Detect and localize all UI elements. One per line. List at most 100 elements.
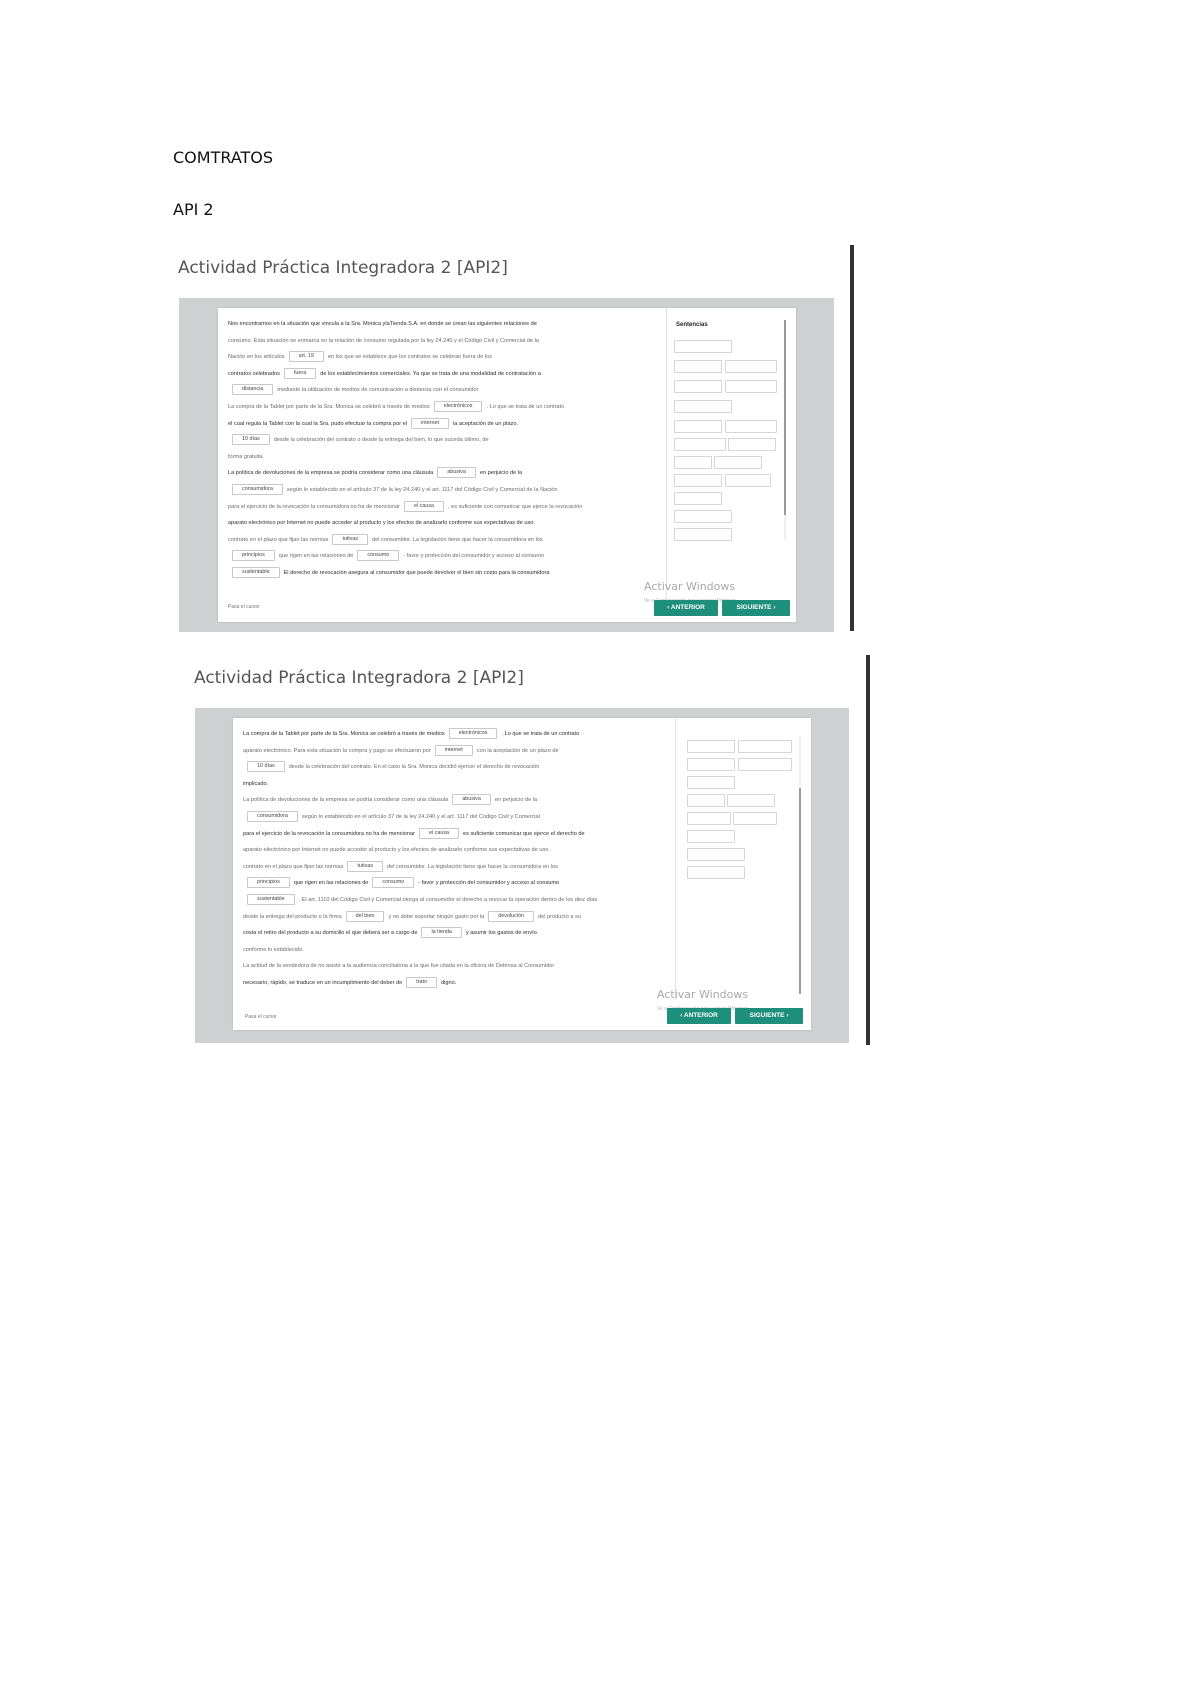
text-line: aparato electrónico por Internet no pued… (228, 515, 668, 532)
text-segment: digno. (441, 979, 457, 986)
option-slot[interactable] (687, 848, 745, 861)
answer-blank[interactable]: consumidora (247, 810, 298, 822)
option-slot[interactable] (674, 380, 722, 393)
options-scrollbar-thumb[interactable] (784, 320, 786, 515)
text-segment: para el ejercicio de la revocación la co… (243, 830, 415, 837)
answer-blank[interactable]: consumo (372, 877, 415, 889)
text-segment: aparato electrónico por Internet no pued… (243, 847, 550, 854)
text-segment: , es suficiente con comunicar que ejerce… (448, 503, 583, 510)
option-slot[interactable] (733, 812, 777, 825)
previous-button-label: ANTERIOR (683, 1012, 718, 1019)
footer-label: Pasa el cursor (228, 604, 260, 610)
option-slot[interactable] (674, 456, 712, 469)
text-segment: desde la entrega del producto o la firma (243, 913, 342, 920)
option-slot[interactable] (725, 380, 777, 393)
answer-blank[interactable]: devolución (488, 910, 535, 922)
option-slot[interactable] (674, 420, 722, 433)
answer-blank[interactable]: electrónicos (433, 400, 483, 412)
option-slot[interactable] (725, 420, 777, 433)
text-line: consumidora según lo establecido en el ar… (228, 482, 668, 499)
answer-blank[interactable]: el causa (418, 827, 460, 839)
option-slot[interactable] (687, 812, 731, 825)
option-slot[interactable] (687, 758, 735, 771)
answer-blank[interactable]: abusiva (437, 467, 476, 479)
text-segment: forma gratuita. (228, 453, 265, 460)
options-scrollbar-thumb[interactable] (799, 788, 801, 994)
previous-button[interactable]: ‹ ANTERIOR (667, 1008, 731, 1024)
page-edge-bar (866, 655, 870, 1045)
fill-in-text: Nos encontramos en la situación que vinc… (228, 316, 668, 596)
activity-title: Actividad Práctica Integradora 2 [API2] (178, 258, 508, 278)
answer-blank[interactable]: distancia (232, 384, 274, 396)
text-line: distancia mediante la utilización de medi… (228, 382, 668, 399)
option-slot[interactable] (687, 794, 725, 807)
answer-blank[interactable]: consumo (357, 550, 400, 562)
text-segment: que rigen en las relaciones de (293, 880, 369, 887)
text-line: aparato electrónico por Internet no pued… (243, 842, 675, 859)
option-slot[interactable] (714, 456, 762, 469)
option-slot[interactable] (674, 492, 722, 505)
answer-blank[interactable]: tutivas (332, 533, 369, 545)
option-slot[interactable] (674, 510, 732, 523)
answer-blank[interactable]: 10 días (247, 761, 285, 773)
option-slot[interactable] (674, 400, 732, 413)
answer-blank[interactable]: principios (232, 550, 275, 562)
text-segment: Nos encontramos en la situación que vinc… (228, 321, 537, 327)
text-segment: del producto a su (538, 913, 581, 920)
option-slot[interactable] (674, 438, 726, 451)
option-slot[interactable] (674, 474, 722, 487)
text-line: principios que rigen en las relaciones de… (228, 548, 668, 565)
text-segment: del consumidor. La legislación tiene que… (372, 536, 543, 543)
text-segment: es suficiente comunicar que ejerce el de… (463, 830, 585, 837)
text-segment: de los establecimientos comerciales. Ya … (320, 370, 541, 377)
option-slot[interactable] (687, 830, 735, 843)
answer-blank[interactable]: del bien (345, 910, 385, 922)
previous-button[interactable]: ‹ ANTERIOR (654, 600, 718, 616)
fill-in-text: La compra de la Tablet por parte de la S… (243, 726, 675, 1008)
option-slot[interactable] (738, 758, 792, 771)
text-line: 10 días desde la celebración del contrato… (228, 432, 668, 449)
text-segment: conforme lo establecido. (243, 946, 304, 953)
option-slot[interactable] (728, 438, 776, 451)
answer-blank[interactable]: 10 días (232, 434, 270, 446)
answer-blank[interactable]: sustentable (232, 566, 280, 578)
answer-blank[interactable]: principios (247, 877, 290, 889)
text-segment: implicado. (243, 780, 269, 787)
next-button[interactable]: SIGUIENTE › (735, 1008, 803, 1024)
text-segment: la aceptación de un plazo. (453, 420, 518, 427)
previous-button-label: ANTERIOR (670, 604, 705, 611)
text-segment: La actitud de la vendedora de no asistir… (243, 963, 555, 970)
option-slot[interactable] (727, 794, 775, 807)
answer-blank[interactable]: internet (411, 417, 449, 429)
answer-blank[interactable]: tutivas (347, 860, 384, 872)
answer-blank[interactable]: sustentable (247, 893, 295, 905)
text-segment: con la aceptación de un plazo de (476, 747, 559, 754)
answer-blank[interactable]: trato (406, 976, 438, 988)
text-segment: aparato electrónico. Para esta situación… (243, 747, 431, 754)
answer-blank[interactable]: la tienda (421, 927, 462, 939)
answer-blank[interactable]: el causa (403, 500, 445, 512)
option-slot[interactable] (687, 776, 735, 789)
option-slot[interactable] (687, 740, 735, 753)
text-segment: en los que se establece que los contrato… (327, 354, 493, 361)
option-slot[interactable] (687, 866, 745, 879)
answer-blank[interactable]: abusiva (452, 794, 491, 806)
activity-title: Actividad Práctica Integradora 2 [API2] (194, 668, 524, 688)
option-slot[interactable] (738, 740, 792, 753)
panel-divider (675, 718, 676, 1000)
answer-blank[interactable]: internet (434, 744, 473, 756)
next-button[interactable]: SIGUIENTE › (722, 600, 790, 616)
windows-watermark: Activar Windows (644, 580, 736, 593)
answer-blank[interactable]: fuera (283, 367, 317, 379)
option-slot[interactable] (674, 528, 732, 541)
answer-blank[interactable]: consumidora (232, 483, 283, 495)
option-slot[interactable] (674, 360, 722, 373)
text-line: sustentable. El art. 1110 del Código Civ… (243, 892, 675, 909)
option-slot[interactable] (725, 360, 777, 373)
option-slot[interactable] (674, 340, 732, 353)
answer-blank[interactable]: art. 19 (288, 351, 324, 363)
text-segment: La política de devoluciones de la empres… (243, 797, 449, 804)
option-slot[interactable] (725, 474, 771, 487)
text-line: contrato en el plazo que fijan las norma… (243, 859, 675, 876)
answer-blank[interactable]: electrónicos (448, 728, 498, 740)
